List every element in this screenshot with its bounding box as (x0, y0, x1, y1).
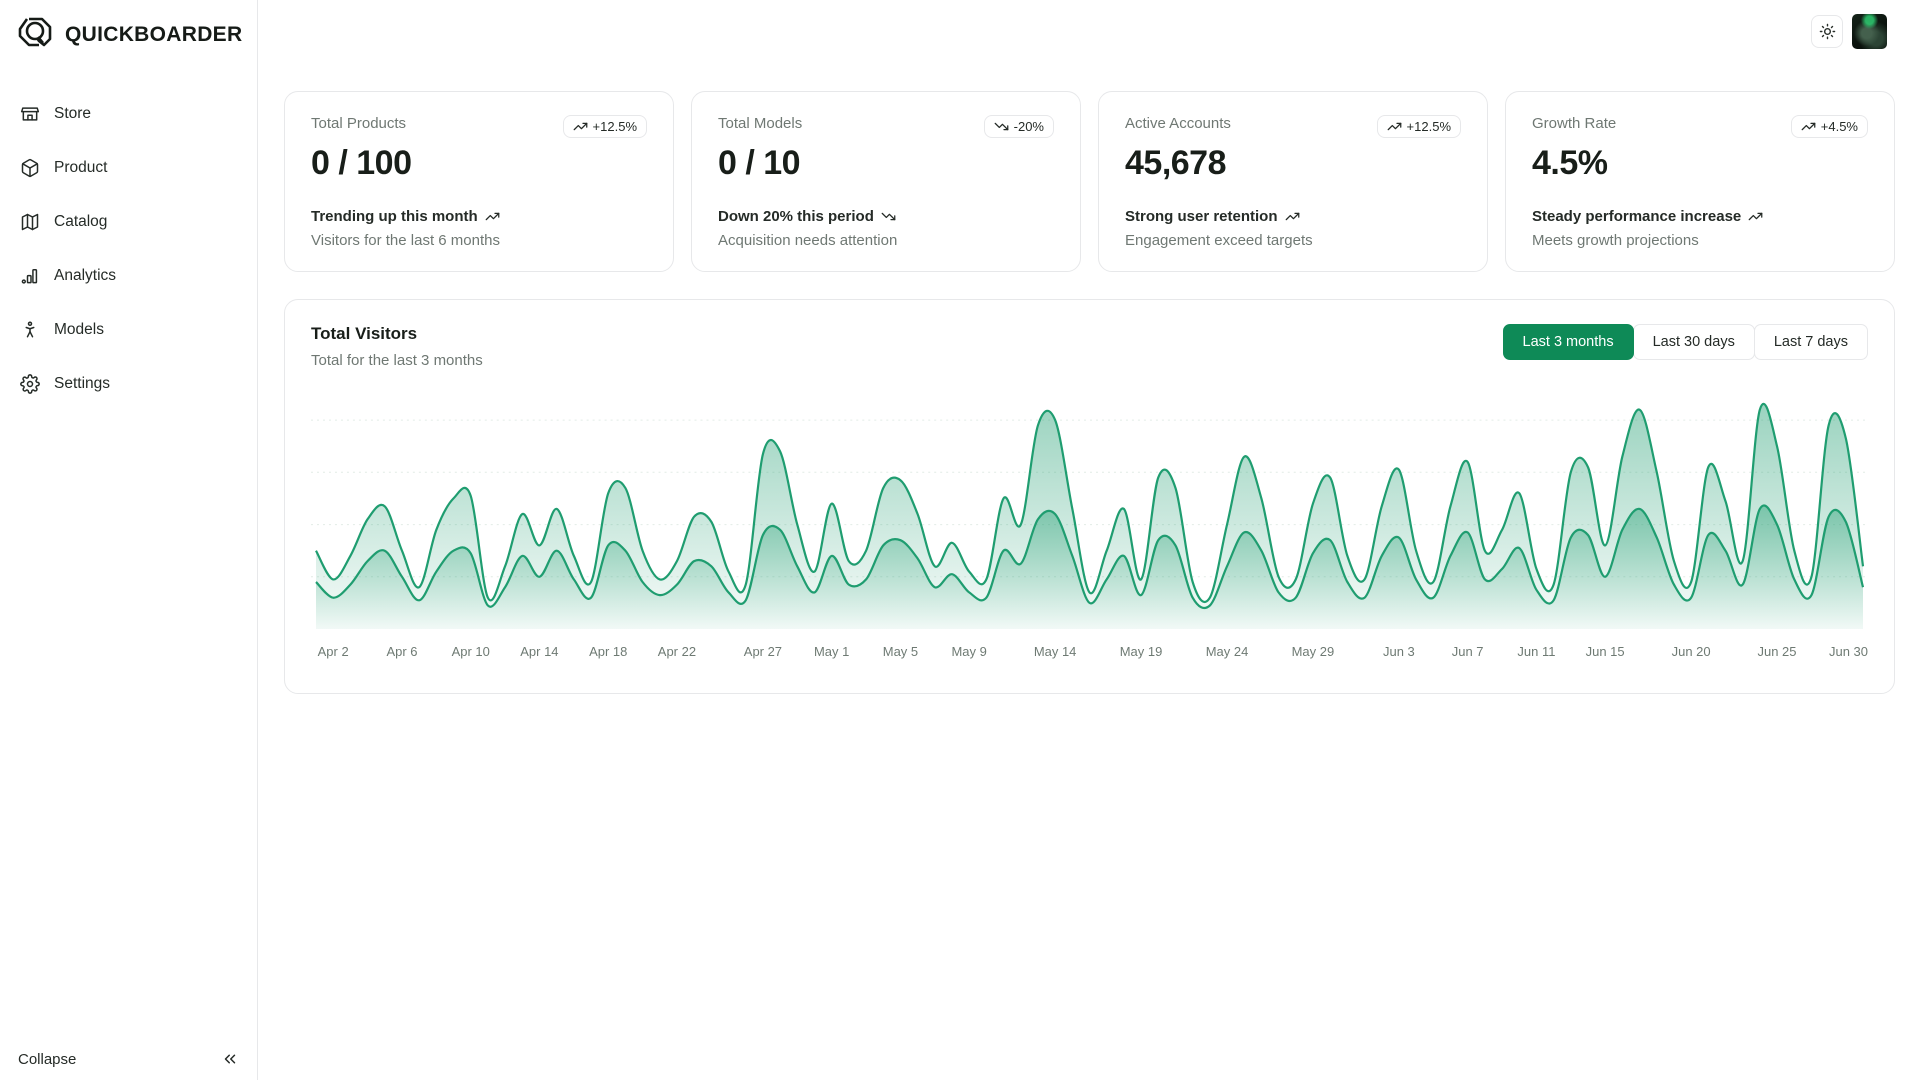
svg-text:May 14: May 14 (1034, 644, 1077, 659)
sidebar-nav: Store Product Catalog (0, 94, 257, 404)
chart-subtitle: Total for the last 3 months (311, 352, 483, 369)
stat-footnote: Trending up this month (311, 208, 478, 225)
chart-title: Total Visitors (311, 324, 483, 344)
bar-chart-icon (20, 266, 40, 286)
svg-text:Jun 20: Jun 20 (1672, 644, 1711, 659)
trend-badge: -20% (984, 115, 1054, 138)
svg-text:Apr 14: Apr 14 (520, 644, 558, 659)
trend-badge: +12.5% (563, 115, 647, 138)
visitors-area-chart[interactable]: Apr 2 Apr 6 Apr 10 Apr 14 Apr 18 Apr 22 Apr 27… (311, 394, 1868, 666)
trending-down-icon (994, 119, 1009, 134)
svg-text:May 1: May 1 (814, 644, 849, 659)
trending-up-icon (1285, 209, 1300, 224)
total-visitors-card: Total Visitors Total for the last 3 mont… (284, 299, 1895, 694)
sidebar-item-label: Settings (54, 375, 110, 393)
svg-text:Apr 6: Apr 6 (386, 644, 417, 659)
person-icon (20, 320, 40, 340)
svg-text:Jun 15: Jun 15 (1586, 644, 1625, 659)
range-last-3-months-button[interactable]: Last 3 months (1503, 324, 1634, 360)
stat-title: Total Products (311, 115, 406, 132)
stat-footnote: Down 20% this period (718, 208, 874, 225)
stat-title: Total Models (718, 115, 802, 132)
sidebar-item-label: Product (54, 159, 107, 177)
sidebar-item-models[interactable]: Models (10, 310, 247, 350)
brand-title: QUICKBOARDER (65, 23, 242, 47)
quickboarder-logo-icon (14, 14, 56, 56)
stat-subnote: Engagement exceed targets (1125, 232, 1313, 249)
collapse-button[interactable]: Collapse (18, 1051, 76, 1068)
svg-text:Apr 27: Apr 27 (744, 644, 782, 659)
stat-card-total-products: Total Products +12.5% 0 / 100 Trending u… (284, 91, 674, 272)
svg-text:Jun 3: Jun 3 (1383, 644, 1415, 659)
svg-text:Jun 11: Jun 11 (1517, 644, 1555, 659)
sidebar-item-label: Catalog (54, 213, 107, 231)
stat-value: 0 / 100 (311, 144, 647, 183)
theme-toggle-button[interactable] (1811, 15, 1843, 48)
sidebar-item-product[interactable]: Product (10, 148, 247, 188)
svg-text:Apr 18: Apr 18 (589, 644, 627, 659)
svg-text:Apr 22: Apr 22 (658, 644, 696, 659)
sidebar-item-settings[interactable]: Settings (10, 364, 247, 404)
trending-up-icon (1748, 209, 1763, 224)
svg-text:May 9: May 9 (951, 644, 986, 659)
svg-text:Jun 30: Jun 30 (1829, 644, 1868, 659)
chevrons-left-icon[interactable] (221, 1050, 239, 1068)
sun-icon (1819, 23, 1836, 40)
sidebar-item-label: Models (54, 321, 104, 339)
sidebar-item-store[interactable]: Store (10, 94, 247, 134)
trending-up-icon (573, 119, 588, 134)
stat-value: 0 / 10 (718, 144, 1054, 183)
user-avatar[interactable] (1852, 14, 1887, 49)
stat-subnote: Meets growth projections (1532, 232, 1763, 249)
badge-value: +12.5% (593, 119, 637, 134)
range-last-7-days-button[interactable]: Last 7 days (1754, 324, 1868, 360)
sidebar-footer: Collapse (0, 1050, 257, 1068)
stat-card-total-models: Total Models -20% 0 / 10 Down 20% this p… (691, 91, 1081, 272)
stat-title: Growth Rate (1532, 115, 1616, 132)
stat-card-growth-rate: Growth Rate +4.5% 4.5% Steady performanc… (1505, 91, 1895, 272)
svg-text:May 5: May 5 (883, 644, 918, 659)
stat-cards-row: Total Products +12.5% 0 / 100 Trending u… (284, 91, 1895, 272)
topbar (284, 0, 1895, 91)
trending-down-icon (881, 209, 896, 224)
brand: QUICKBOARDER (0, 0, 257, 56)
svg-text:May 24: May 24 (1206, 644, 1249, 659)
package-icon (20, 158, 40, 178)
main-content: Total Products +12.5% 0 / 100 Trending u… (258, 0, 1920, 694)
svg-text:Apr 10: Apr 10 (452, 644, 490, 659)
sidebar-item-label: Store (54, 105, 91, 123)
map-icon (20, 212, 40, 232)
range-last-30-days-button[interactable]: Last 30 days (1633, 324, 1755, 360)
trending-up-icon (1387, 119, 1402, 134)
stat-footnote: Steady performance increase (1532, 208, 1741, 225)
gear-icon (20, 374, 40, 394)
badge-value: -20% (1014, 119, 1044, 134)
time-range-group: Last 3 months Last 30 days Last 7 days (1504, 324, 1868, 360)
trending-up-icon (485, 209, 500, 224)
sidebar-item-catalog[interactable]: Catalog (10, 202, 247, 242)
svg-text:Apr 2: Apr 2 (318, 644, 349, 659)
trending-up-icon (1801, 119, 1816, 134)
stat-subnote: Visitors for the last 6 months (311, 232, 500, 249)
stat-title: Active Accounts (1125, 115, 1231, 132)
stat-subnote: Acquisition needs attention (718, 232, 897, 249)
badge-value: +4.5% (1821, 119, 1858, 134)
storefront-icon (20, 104, 40, 124)
sidebar: QUICKBOARDER Store Product (0, 0, 258, 1080)
stat-value: 4.5% (1532, 144, 1868, 183)
area-chart-canvas: Apr 2 Apr 6 Apr 10 Apr 14 Apr 18 Apr 22 Apr 27… (311, 394, 1868, 666)
stat-card-active-accounts: Active Accounts +12.5% 45,678 Strong use… (1098, 91, 1488, 272)
svg-text:Jun 7: Jun 7 (1452, 644, 1484, 659)
svg-text:May 29: May 29 (1292, 644, 1335, 659)
stat-footnote: Strong user retention (1125, 208, 1278, 225)
sidebar-item-analytics[interactable]: Analytics (10, 256, 247, 296)
svg-text:Jun 25: Jun 25 (1758, 644, 1797, 659)
trend-badge: +12.5% (1377, 115, 1461, 138)
trend-badge: +4.5% (1791, 115, 1868, 138)
sidebar-item-label: Analytics (54, 267, 116, 285)
badge-value: +12.5% (1407, 119, 1451, 134)
svg-text:May 19: May 19 (1120, 644, 1163, 659)
stat-value: 45,678 (1125, 144, 1461, 183)
